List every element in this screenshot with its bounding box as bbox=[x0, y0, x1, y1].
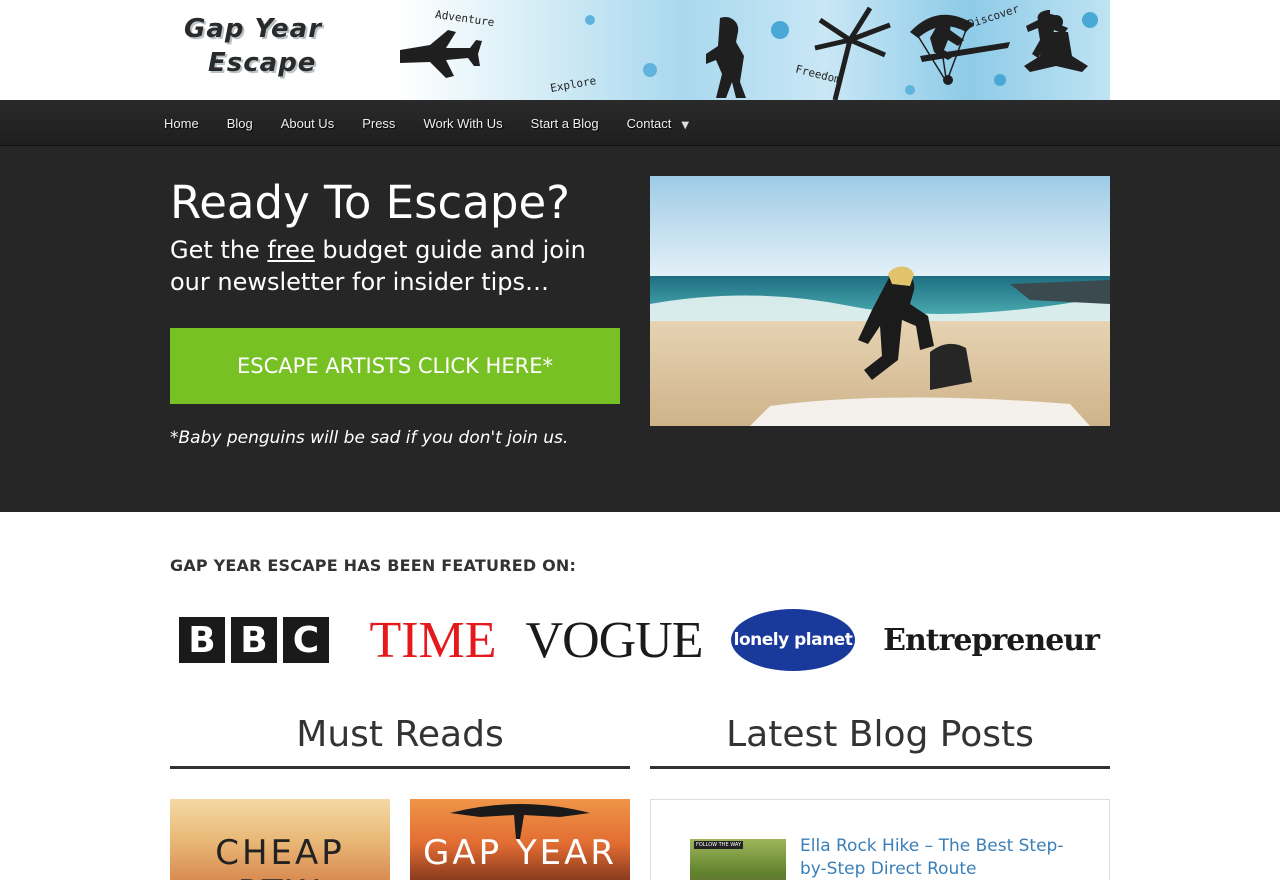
must-reads-heading: Must Reads bbox=[296, 714, 504, 755]
hero-title: Ready To Escape? bbox=[170, 176, 571, 229]
latest-posts-box: FOLLOW THE WAY Ella Rock Hike – The Best… bbox=[650, 799, 1110, 880]
entrepreneur-logo: Entrepreneur bbox=[883, 622, 1100, 658]
lonely-planet-logo: lonely planet bbox=[730, 600, 856, 680]
press-logos: B B C TIME VOGUE lonely planet Entrepren… bbox=[170, 600, 1110, 680]
logo-line-2: Escape bbox=[208, 48, 317, 78]
must-read-card-title: GAP YEAR bbox=[422, 833, 618, 873]
nav-item-start-a-blog[interactable]: Start a Blog bbox=[517, 116, 613, 131]
main-nav: Home Blog About Us Press Work With Us St… bbox=[150, 100, 689, 146]
nav-item-about-us[interactable]: About Us bbox=[267, 116, 348, 131]
featured-on-title: GAP YEAR ESCAPE HAS BEEN FEATURED ON: bbox=[170, 556, 577, 575]
hero-subtitle-free: free bbox=[267, 236, 315, 264]
hero-subtitle-before: Get the bbox=[170, 236, 268, 264]
hero-section: Ready To Escape? Get the free budget gui… bbox=[0, 146, 1280, 512]
nav-item-home[interactable]: Home bbox=[150, 116, 213, 131]
logo-line-1: Gap Year bbox=[184, 14, 323, 44]
latest-blog-posts-heading: Latest Blog Posts bbox=[726, 714, 1034, 755]
post-thumbnail[interactable]: FOLLOW THE WAY bbox=[690, 839, 786, 880]
header-banner[interactable]: Gap Year Escape Adventure Explore Freedo… bbox=[170, 0, 1110, 100]
site-header: Gap Year Escape Adventure Explore Freedo… bbox=[0, 0, 1280, 100]
vogue-logo: VOGUE bbox=[525, 611, 704, 669]
main-nav-bar: Home Blog About Us Press Work With Us St… bbox=[0, 100, 1280, 146]
must-reads-divider bbox=[170, 766, 630, 769]
bbc-logo-letter: B bbox=[179, 617, 225, 663]
nav-item-press[interactable]: Press bbox=[348, 116, 409, 131]
meditating-figure-icon bbox=[1024, 15, 1088, 72]
must-read-card[interactable]: GAP YEAR bbox=[410, 799, 630, 880]
post-thumbnail-label: FOLLOW THE WAY bbox=[694, 841, 743, 849]
escape-artists-cta-button[interactable]: ESCAPE ARTISTS CLICK HERE* bbox=[170, 328, 620, 404]
post-title-link[interactable]: Ella Rock Hike – The Best Step-by-Step D… bbox=[800, 835, 1080, 880]
lonely-planet-logo-text: lonely planet bbox=[731, 609, 855, 671]
bbc-logo-letter: B bbox=[231, 617, 277, 663]
nav-item-work-with-us[interactable]: Work With Us bbox=[409, 116, 516, 131]
must-read-card-title: CHEAP RTW bbox=[215, 833, 345, 880]
time-logo: TIME bbox=[369, 611, 497, 669]
nav-item-contact[interactable]: Contact bbox=[613, 116, 686, 131]
hero-subtitle: Get the free budget guide and join our n… bbox=[170, 234, 630, 298]
must-read-card[interactable]: CHEAP RTW bbox=[170, 799, 390, 880]
nav-item-blog[interactable]: Blog bbox=[213, 116, 267, 131]
hero-beach-photo bbox=[650, 176, 1110, 426]
chevron-down-icon[interactable]: ▼ bbox=[681, 120, 689, 131]
latest-posts-divider bbox=[650, 766, 1110, 769]
bbc-logo-letter: C bbox=[283, 617, 329, 663]
bbc-logo: B B C bbox=[176, 600, 332, 680]
hero-note: *Baby penguins will be sad if you don't … bbox=[170, 428, 569, 448]
beach-photo-illustration bbox=[650, 176, 1110, 426]
